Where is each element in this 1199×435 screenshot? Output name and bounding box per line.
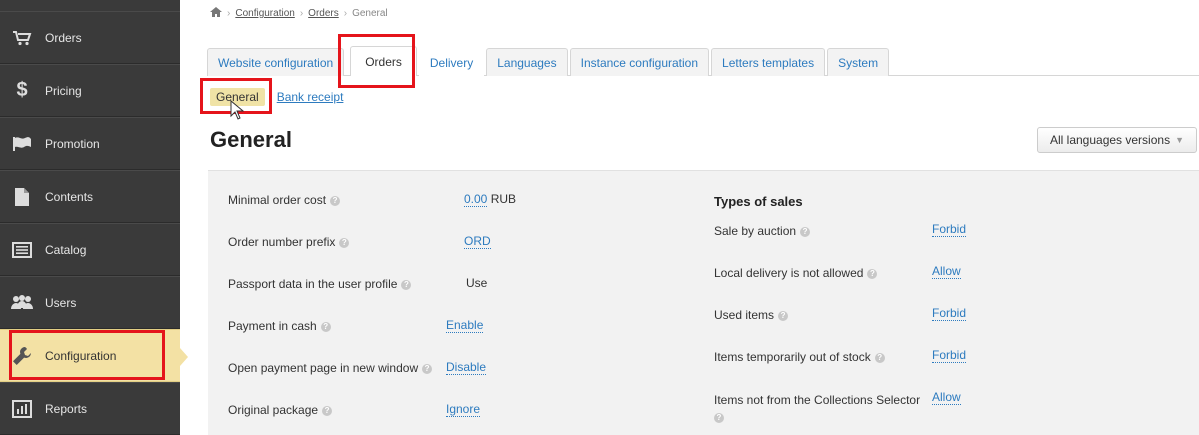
wrench-icon [11, 345, 33, 367]
flag-icon [11, 133, 33, 155]
setting-value-minimal-order-cost: 0.00 RUB [464, 192, 517, 207]
breadcrumb-separator: › [343, 8, 348, 19]
home-icon[interactable] [210, 7, 222, 20]
breadcrumb-separator: › [299, 8, 304, 19]
tab-letters-templates[interactable]: Letters templates [711, 48, 826, 76]
sale-value-out-of-stock: Forbid [932, 348, 967, 363]
tab-website-configuration[interactable]: Website configuration [207, 48, 345, 76]
setting-value-order-number-prefix: ORD [464, 234, 491, 249]
sidebar-item-configuration[interactable]: Configuration [0, 329, 188, 382]
help-icon[interactable]: ? [778, 310, 789, 321]
collections-selector-link[interactable]: Allow [932, 390, 961, 405]
users-icon [11, 292, 33, 314]
help-icon[interactable]: ? [874, 352, 885, 363]
sidebar-item-catalog[interactable]: Catalog [0, 223, 180, 276]
sale-label-auction: Sale by auction? [714, 224, 811, 238]
setting-label-open-payment-page: Open payment page in new window? [228, 361, 433, 375]
sidebar-item-label: Catalog [45, 242, 87, 257]
setting-value-original-package: Ignore [446, 402, 481, 417]
sale-value-auction: Forbid [932, 222, 967, 237]
settings-panel [208, 170, 1199, 435]
sidebar-item-label: Users [45, 295, 77, 310]
tab-system[interactable]: System [827, 48, 890, 76]
setting-value-payment-in-cash: Enable [446, 318, 484, 333]
language-versions-label: All languages versions [1050, 133, 1171, 147]
setting-label-passport-data: Passport data in the user profile? [228, 277, 412, 291]
chart-icon [11, 398, 33, 420]
order-number-prefix-link[interactable]: ORD [464, 234, 491, 249]
sidebar-item-users[interactable]: Users [0, 276, 180, 329]
help-icon[interactable]: ? [714, 412, 724, 423]
sidebar-item-reports[interactable]: Reports [0, 382, 180, 435]
help-icon[interactable]: ? [320, 321, 331, 332]
chevron-down-icon: ▼ [1175, 135, 1184, 145]
setting-value-passport-data: Use [466, 276, 488, 290]
sidebar-item-label: Reports [45, 401, 88, 416]
setting-label-original-package: Original package? [228, 403, 333, 417]
mouse-cursor-icon [230, 100, 244, 120]
sidebar-item-pricing[interactable]: $ Pricing [0, 64, 180, 117]
page-title: General [210, 127, 292, 152]
payment-in-cash-link[interactable]: Enable [446, 318, 484, 333]
sale-label-local-delivery: Local delivery is not allowed? [714, 266, 878, 280]
sidebar-item-label: Pricing [45, 83, 82, 98]
setting-label-payment-in-cash: Payment in cash? [228, 319, 331, 333]
cart-icon [11, 27, 33, 49]
help-icon[interactable]: ? [322, 405, 333, 416]
help-icon[interactable]: ? [330, 195, 341, 206]
breadcrumb: › Configuration › Orders › General [210, 7, 388, 20]
original-package-link[interactable]: Ignore [446, 402, 481, 417]
out-of-stock-link[interactable]: Forbid [932, 348, 967, 363]
open-payment-page-link[interactable]: Disable [446, 360, 487, 375]
help-icon[interactable]: ? [401, 279, 412, 290]
setting-label-order-number-prefix: Order number prefix? [228, 235, 350, 249]
types-of-sales-title: Types of sales [714, 194, 803, 209]
sale-value-collections-selector: Allow [932, 390, 961, 405]
currency-label: RUB [490, 192, 517, 206]
local-delivery-link[interactable]: Allow [932, 264, 961, 279]
sidebar-item-label: Promotion [45, 136, 100, 151]
tab-languages[interactable]: Languages [486, 48, 568, 76]
sale-value-local-delivery: Allow [932, 264, 961, 279]
setting-value-open-payment-page: Disable [446, 360, 487, 375]
help-icon[interactable]: ? [339, 237, 350, 248]
sale-by-auction-link[interactable]: Forbid [932, 222, 967, 237]
language-versions-dropdown[interactable]: All languages versions ▼ [1037, 127, 1197, 153]
sale-label-out-of-stock: Items temporarily out of stock? [714, 350, 885, 364]
help-icon[interactable]: ? [867, 268, 878, 279]
sidebar-item-label: Configuration [45, 348, 117, 363]
sidebar-item-label: Orders [45, 30, 82, 45]
breadcrumb-current: General [352, 8, 388, 19]
minimal-order-cost-link[interactable]: 0.00 [464, 192, 488, 207]
list-icon [11, 239, 33, 261]
sidebar: Orders $ Pricing Promotion Contents Cata… [0, 0, 188, 435]
tab-bar: Website configuration Orders Delivery La… [207, 46, 891, 76]
tab-instance-configuration[interactable]: Instance configuration [569, 48, 710, 76]
used-items-link[interactable]: Forbid [932, 306, 967, 321]
sidebar-item-contents[interactable]: Contents [0, 170, 180, 223]
sidebar-item-promotion[interactable]: Promotion [0, 117, 180, 170]
sale-label-used-items: Used items? [714, 308, 789, 322]
sale-value-used-items: Forbid [932, 306, 967, 321]
tab-orders[interactable]: Orders [350, 46, 417, 76]
breadcrumb-configuration[interactable]: Configuration [235, 8, 294, 19]
subtab-bank-receipt[interactable]: Bank receipt [277, 90, 344, 104]
dollar-icon: $ [16, 79, 28, 101]
setting-label-minimal-order-cost: Minimal order cost? [228, 193, 341, 207]
document-icon [11, 186, 33, 208]
breadcrumb-separator: › [227, 8, 231, 19]
breadcrumb-orders[interactable]: Orders [308, 8, 339, 19]
sidebar-item-orders[interactable]: Orders [0, 11, 180, 64]
sidebar-item-label: Contents [45, 189, 94, 204]
help-icon[interactable]: ? [422, 363, 433, 374]
sale-label-collections-selector: Items not from the Collections Selector? [714, 393, 921, 423]
help-icon[interactable]: ? [800, 226, 811, 237]
tab-delivery[interactable]: Delivery [418, 48, 485, 76]
